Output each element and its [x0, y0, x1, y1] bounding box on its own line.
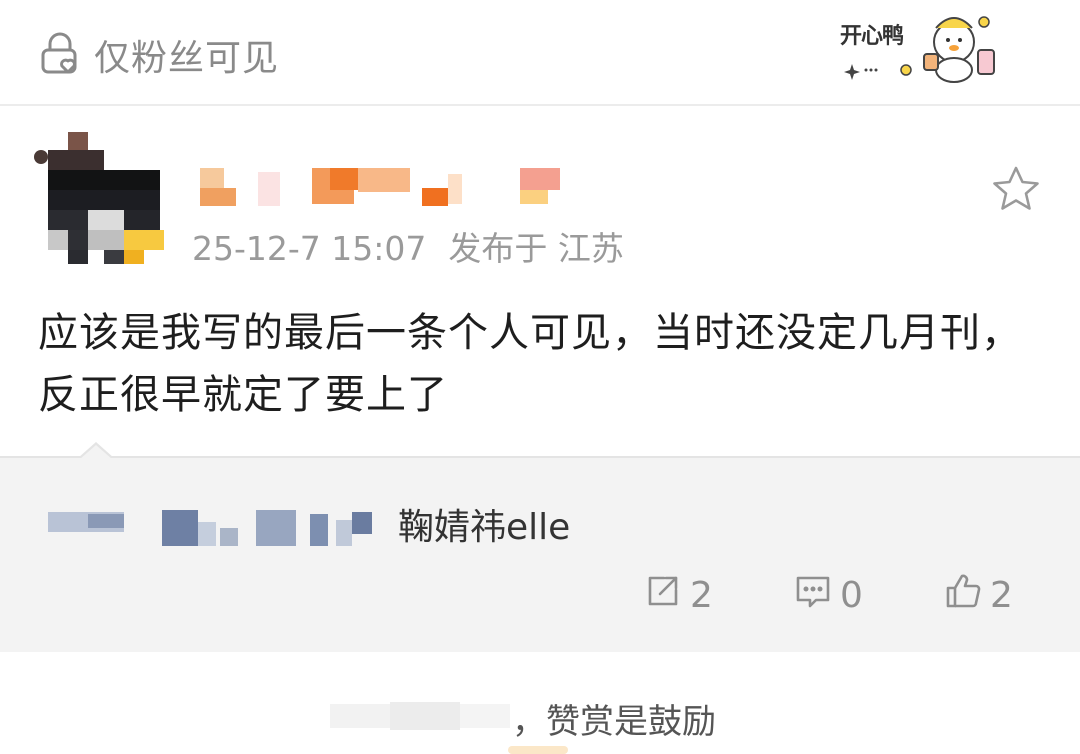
repost-button[interactable]: 2	[644, 572, 713, 619]
repost-count: 2	[690, 575, 713, 616]
happy-duck-sticker: 开心鸭	[836, 4, 1006, 88]
post-location: 发布于 江苏	[448, 229, 624, 268]
username-blurred[interactable]	[200, 168, 570, 210]
thumbs-up-icon	[944, 572, 990, 619]
comment-button[interactable]: 0	[794, 572, 863, 619]
visibility-row: 仅粉丝可见	[38, 30, 279, 80]
quote-area[interactable]	[0, 456, 1080, 652]
avatar[interactable]	[34, 130, 174, 270]
reward-text: ，赞赏是鼓励	[512, 702, 716, 742]
like-count: 2	[990, 575, 1013, 616]
favorite-star-icon[interactable]	[990, 164, 1042, 216]
comment-count: 0	[840, 575, 863, 616]
post-meta: 25-12-7 15:07 发布于 江苏	[192, 222, 624, 270]
visibility-banner: 仅粉丝可见 开心鸭	[0, 0, 1080, 106]
post-body: 应该是我写的最后一条个人可见，当时还没定几月刊，反正很早就定了要上了	[38, 310, 1022, 418]
quote-caret-inner	[80, 445, 112, 459]
reward-name-blurred	[330, 698, 520, 738]
lock-heart-icon	[38, 30, 84, 80]
repost-icon	[644, 572, 690, 619]
quote-name[interactable]: 鞠婧祎elle	[398, 498, 570, 550]
post-timestamp: 25-12-7 15:07	[192, 229, 427, 268]
reward-highlight	[508, 746, 568, 754]
like-button[interactable]: 2	[944, 572, 1013, 619]
quote-name-blurred[interactable]	[48, 504, 388, 548]
comment-icon	[794, 572, 840, 619]
visibility-label: 仅粉丝可见	[94, 38, 280, 79]
